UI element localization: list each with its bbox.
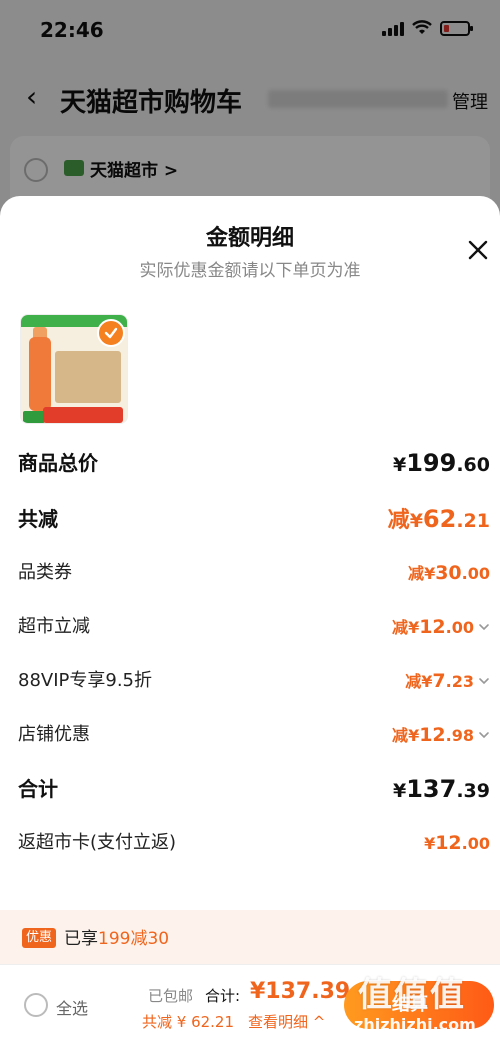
sheet-title: 金额明细 [205, 226, 294, 251]
amount-row[interactable]: 88VIP专享9.5折 减 ¥7.23 [18, 666, 490, 696]
total-label: 合计: [205, 987, 241, 1005]
amount-currency: ¥ [392, 780, 407, 802]
shipping-status: 已包邮 [148, 987, 194, 1005]
amount-row[interactable]: 超市立减 减 ¥12.00 [18, 612, 490, 642]
amount-currency: ¥ [408, 726, 420, 745]
amount-row: 共减 减 ¥62.21 [18, 504, 490, 534]
amount-row-label: 店铺优惠 [18, 724, 90, 745]
saved-amount: 共减 ¥ 62.21 [142, 1013, 235, 1031]
amount-prefix: 减 [408, 564, 425, 583]
amount-row-label: 合计 [18, 777, 58, 801]
amount-currency: ¥ [408, 618, 420, 637]
amount-row-label: 超市立减 [18, 616, 90, 637]
amount-row-value: 减 ¥30.00 [408, 558, 490, 589]
amount-prefix: 减 [392, 618, 409, 637]
amount-currency: ¥ [421, 672, 433, 691]
checkout-bar: 全选 已包邮 合计: ¥137.39 共减 ¥ 62.21 查看明细 ^ 结算 … [0, 964, 500, 1042]
amount-dec: .60 [456, 454, 490, 476]
amount-row-value: ¥199.60 [393, 448, 490, 480]
amount-row[interactable]: 店铺优惠 减 ¥12.98 [18, 720, 490, 750]
chevron-down-icon[interactable] [478, 667, 490, 685]
amount-detail-sheet: 金额明细 实际优惠金额请以下单页为准 商品总价 ¥199.60 共减减 ¥62.21 品… [0, 196, 500, 1042]
amount-row-label: 88VIP专享9.5折 [18, 670, 153, 691]
amount-row-label: 共减 [18, 507, 58, 531]
amount-int: 199 [406, 449, 457, 477]
amount-int: 7 [432, 670, 446, 692]
amount-prefix: 减 [387, 508, 410, 533]
amount-dec: .00 [461, 564, 490, 583]
amount-row-value: 减 ¥62.21 [388, 504, 490, 536]
amount-int: 12 [435, 832, 462, 854]
amount-int: 12 [419, 616, 446, 638]
amount-prefix: 减 [405, 672, 422, 691]
amount-int: 12 [419, 724, 446, 746]
amount-row: 返超市卡(支付立返) ¥12.00 [18, 828, 490, 858]
amount-dec: .21 [456, 510, 490, 532]
promo-bar: 优惠 已享199减30 [0, 910, 500, 964]
amount-row-value: 减 ¥12.98 [392, 720, 490, 751]
amount-dec: .00 [445, 618, 474, 637]
product-bottle-graphic [29, 337, 51, 411]
amount-dec: .00 [461, 834, 490, 853]
close-icon[interactable] [464, 236, 492, 264]
amount-row: 商品总价 ¥199.60 [18, 448, 490, 478]
amount-currency: ¥ [392, 454, 407, 476]
amount-row-label: 返超市卡(支付立返) [18, 832, 177, 853]
amount-dec: .39 [456, 780, 490, 802]
amount-row: 合计 ¥137.39 [18, 774, 490, 804]
amount-row-value: ¥137.39 [393, 774, 490, 806]
sheet-subtitle: 实际优惠金额请以下单页为准 [139, 261, 361, 281]
chevron-down-icon[interactable] [478, 721, 490, 739]
amount-row-label: 品类券 [18, 562, 72, 583]
amount-int: 137 [406, 775, 457, 803]
amount-int: 62 [422, 505, 457, 533]
select-all-label[interactable]: 全选 [56, 995, 88, 1019]
amount-row-value: ¥12.00 [424, 828, 490, 859]
amount-dec: .98 [445, 726, 474, 745]
product-thumbnail[interactable] [20, 314, 128, 424]
amount-row: 品类券 减 ¥30.00 [18, 558, 490, 588]
amount-prefix: 减 [392, 726, 409, 745]
watermark-logo-glyphs: 值值值 [358, 975, 466, 1015]
watermark-url: zhizhizhi.com [354, 1015, 476, 1034]
amount-dec: .23 [445, 672, 474, 691]
site-watermark: 值值值 zhizhizhi.com [348, 965, 498, 1042]
amount-row-value: 减 ¥12.00 [392, 612, 490, 643]
product-box-graphic [55, 351, 121, 403]
amount-currency: ¥ [424, 834, 436, 853]
chevron-down-icon[interactable] [478, 613, 490, 631]
amount-currency: ¥ [424, 564, 436, 583]
select-all-radio[interactable] [24, 993, 48, 1017]
amount-row-value: 减 ¥7.23 [405, 666, 490, 697]
check-icon [97, 319, 125, 347]
promo-text: 已享199减30 [64, 929, 170, 949]
amount-int: 30 [435, 562, 462, 584]
promo-badge: 优惠 [22, 928, 57, 948]
amount-currency: ¥ [409, 510, 423, 532]
view-details-link[interactable]: 查看明细 ^ [248, 1011, 325, 1032]
total-value: ¥137.39 [250, 979, 351, 1004]
amount-row-label: 商品总价 [18, 451, 98, 475]
